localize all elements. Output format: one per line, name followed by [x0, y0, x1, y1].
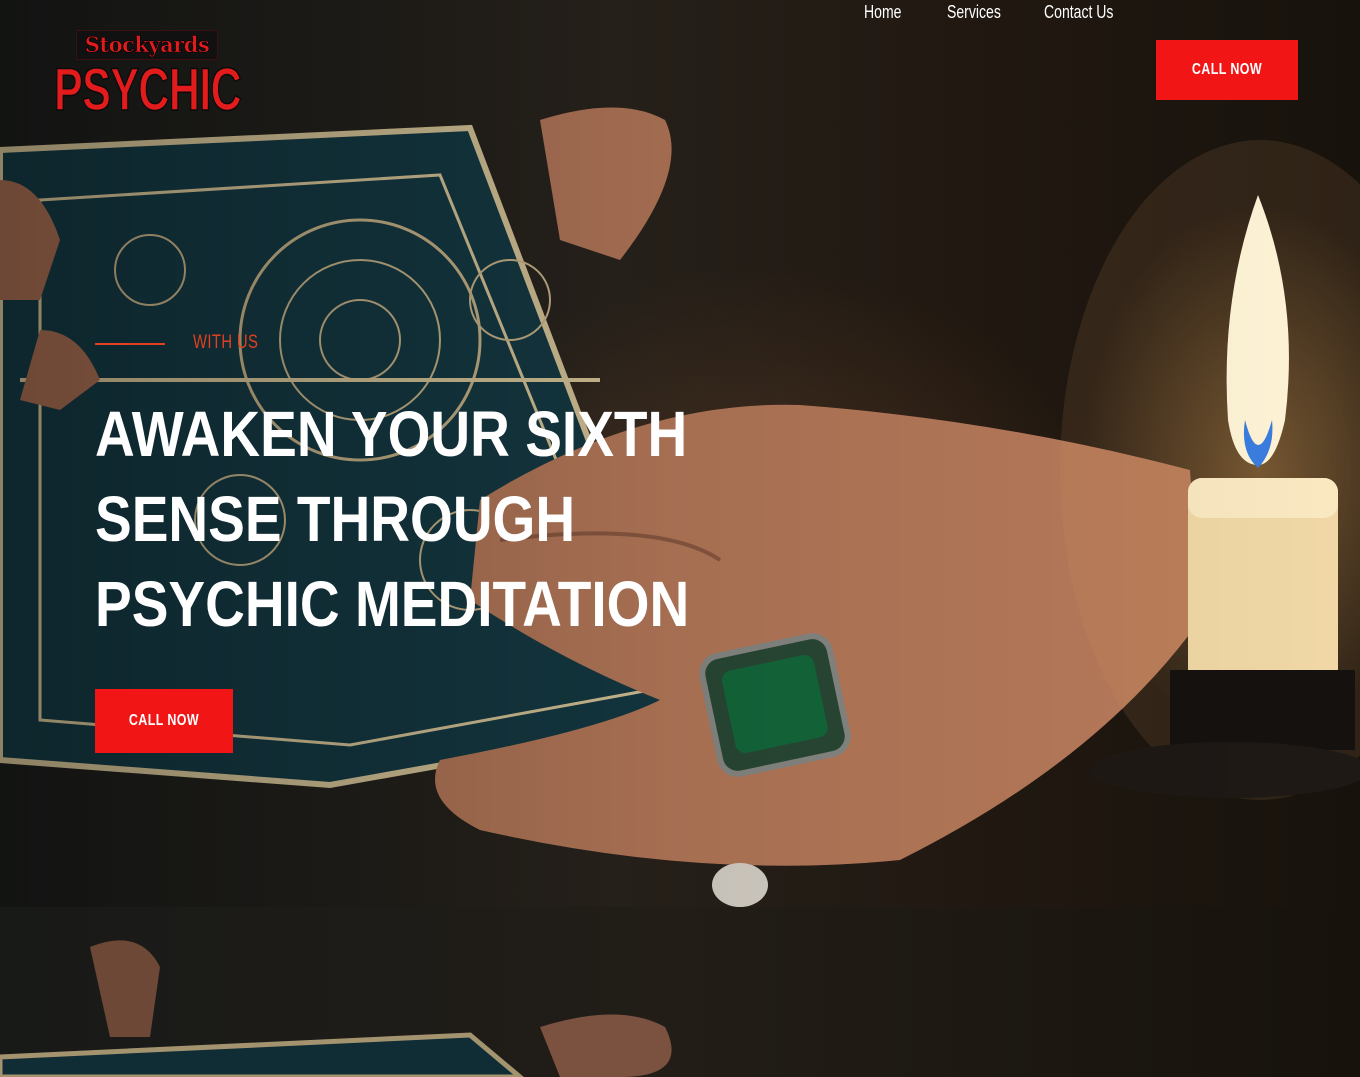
hero-eyebrow: WITH US — [193, 332, 259, 353]
logo-main-text: PSYCHIC — [53, 56, 242, 123]
hero-headline-line: SENSE THROUGH — [95, 483, 576, 555]
hero-headline: AWAKEN YOUR SIXTH SENSE THROUGH PSYCHIC … — [95, 392, 714, 647]
hero-headline-line: AWAKEN YOUR SIXTH — [95, 398, 688, 470]
header-call-now-button[interactable]: CALL NOW — [1156, 40, 1298, 100]
nav-link-home[interactable]: Home — [864, 0, 901, 24]
hero-call-now-label: CALL NOW — [128, 712, 200, 729]
nav-link-contact-us[interactable]: Contact Us — [1044, 0, 1113, 24]
nav-link-services[interactable]: Services — [947, 0, 1001, 24]
next-section-background — [0, 907, 1360, 1077]
hero-section: Stockyards PSYCHIC Home Services Contact… — [0, 0, 1360, 907]
hero-headline-line: PSYCHIC MEDITATION — [95, 568, 690, 640]
site-logo[interactable]: Stockyards PSYCHIC — [53, 30, 242, 124]
hero-call-now-button[interactable]: CALL NOW — [95, 689, 233, 753]
eyebrow-divider — [95, 343, 165, 345]
next-section-image — [0, 940, 672, 1077]
header-call-now-label: CALL NOW — [1191, 61, 1263, 78]
